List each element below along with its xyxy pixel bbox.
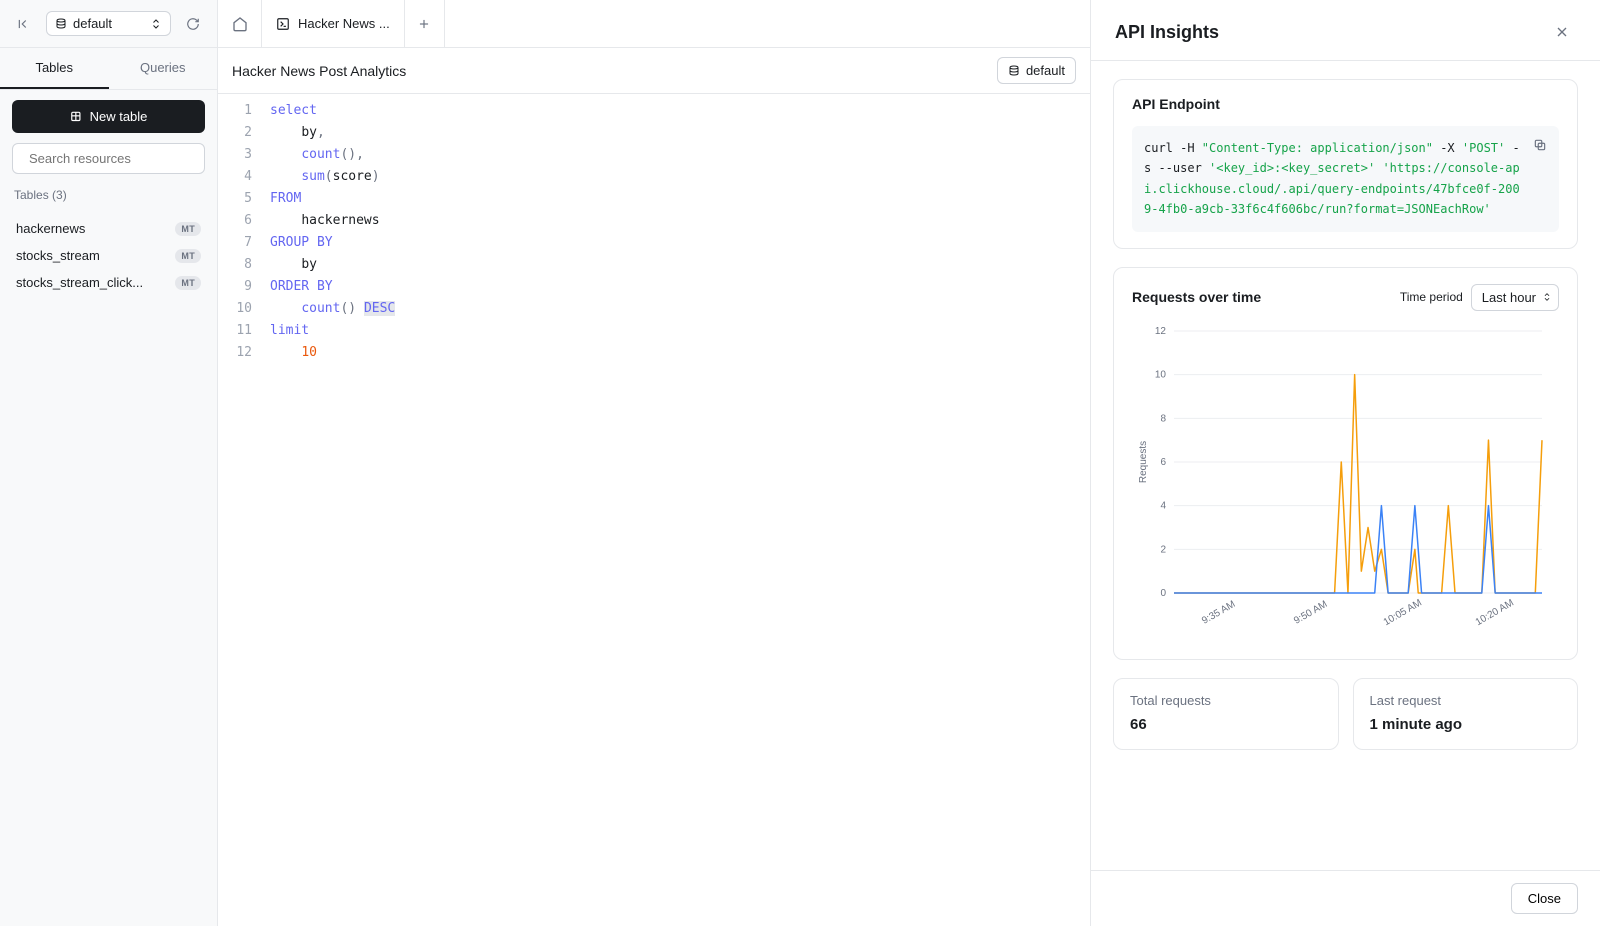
database-selector-label: default	[73, 16, 112, 31]
chevron-up-down-icon	[1542, 292, 1552, 302]
collapse-sidebar-button[interactable]	[10, 10, 38, 38]
table-row[interactable]: stocks_stream_click...MT	[12, 270, 205, 295]
total-requests-card: Total requests 66	[1113, 678, 1339, 750]
time-period-value: Last hour	[1482, 290, 1536, 305]
database-selector[interactable]: default	[46, 11, 171, 36]
sidebar: default Tables Queries New table Tables …	[0, 0, 218, 926]
flyout-header: API Insights	[1091, 0, 1600, 61]
refresh-button[interactable]	[179, 10, 207, 38]
total-requests-value: 66	[1130, 716, 1322, 733]
home-tab[interactable]	[218, 0, 262, 47]
editor-area: Hacker News ... Hacker News Post Analyti…	[218, 0, 1090, 926]
table-name: stocks_stream_click...	[16, 275, 175, 290]
svg-text:Requests: Requests	[1138, 440, 1149, 482]
flyout-close-x[interactable]	[1548, 18, 1576, 46]
curl-snippet: curl -H "Content-Type: application/json"…	[1132, 126, 1559, 232]
svg-text:10:05 AM: 10:05 AM	[1382, 597, 1424, 628]
sidebar-body: New table Tables (3) hackernewsMTstocks_…	[0, 90, 217, 305]
tables-list: hackernewsMTstocks_streamMTstocks_stream…	[12, 216, 205, 295]
editor-db-label: default	[1026, 63, 1065, 78]
svg-text:0: 0	[1160, 588, 1166, 599]
copy-curl-button[interactable]	[1529, 134, 1551, 156]
svg-text:9:35 AM: 9:35 AM	[1200, 598, 1237, 626]
last-request-label: Last request	[1370, 693, 1562, 708]
api-insights-flyout: API Insights API Endpoint curl -H "Conte…	[1090, 0, 1600, 926]
copy-icon	[1533, 138, 1547, 152]
requests-chart-card: Requests over time Time period Last hour…	[1113, 267, 1578, 660]
time-period-label: Time period	[1400, 290, 1463, 304]
svg-text:9:50 AM: 9:50 AM	[1292, 598, 1329, 626]
refresh-icon	[186, 17, 200, 31]
last-request-card: Last request 1 minute ago	[1353, 678, 1579, 750]
table-name: stocks_stream	[16, 248, 175, 263]
chart-header: Requests over time Time period Last hour	[1132, 284, 1559, 311]
sidebar-tabs: Tables Queries	[0, 48, 217, 90]
table-badge: MT	[175, 222, 201, 236]
chevron-up-down-icon	[150, 18, 162, 30]
last-request-value: 1 minute ago	[1370, 716, 1562, 733]
chevron-left-icon	[17, 17, 31, 31]
plus-icon	[417, 17, 431, 31]
sidebar-topbar: default	[0, 0, 217, 48]
flyout-body: API Endpoint curl -H "Content-Type: appl…	[1091, 61, 1600, 870]
file-tab[interactable]: Hacker News ...	[262, 0, 405, 47]
new-table-button[interactable]: New table	[12, 100, 205, 133]
new-table-label: New table	[90, 109, 148, 124]
tables-count-label: Tables (3)	[12, 184, 205, 206]
svg-text:12: 12	[1155, 326, 1167, 337]
time-period-select[interactable]: Last hour	[1471, 284, 1559, 311]
svg-text:8: 8	[1160, 413, 1166, 424]
database-icon	[1008, 65, 1020, 77]
sidebar-tab-tables[interactable]: Tables	[0, 48, 109, 89]
table-row[interactable]: hackernewsMT	[12, 216, 205, 241]
api-endpoint-title: API Endpoint	[1132, 96, 1559, 112]
table-row[interactable]: stocks_streamMT	[12, 243, 205, 268]
line-gutter: 123456789101112	[218, 94, 262, 926]
flyout-footer: Close	[1091, 870, 1600, 926]
code-area[interactable]: select by, count(), sum(score)FROM hacke…	[262, 94, 1090, 926]
search-resources[interactable]	[12, 143, 205, 174]
chart-title: Requests over time	[1132, 289, 1261, 305]
table-badge: MT	[175, 276, 201, 290]
table-badge: MT	[175, 249, 201, 263]
editor-db-chip[interactable]: default	[997, 57, 1076, 84]
api-endpoint-card: API Endpoint curl -H "Content-Type: appl…	[1113, 79, 1578, 249]
total-requests-label: Total requests	[1130, 693, 1322, 708]
query-icon	[276, 17, 290, 31]
svg-text:10:20 AM: 10:20 AM	[1474, 597, 1516, 628]
svg-text:2: 2	[1160, 544, 1166, 555]
tab-bar: Hacker News ...	[218, 0, 1090, 48]
svg-text:4: 4	[1160, 500, 1166, 511]
flyout-title: API Insights	[1115, 22, 1219, 43]
table-plus-icon	[70, 110, 84, 124]
sql-editor[interactable]: 123456789101112 select by, count(), sum(…	[218, 94, 1090, 926]
search-input[interactable]	[27, 150, 207, 167]
close-button[interactable]: Close	[1511, 883, 1578, 914]
editor-subheader: Hacker News Post Analytics default	[218, 48, 1090, 94]
curl-text: curl -H "Content-Type: application/json"…	[1144, 141, 1520, 216]
close-icon	[1554, 24, 1570, 40]
table-name: hackernews	[16, 221, 175, 236]
file-tab-label: Hacker News ...	[298, 16, 390, 31]
home-icon	[232, 16, 248, 32]
svg-text:10: 10	[1155, 369, 1167, 380]
sidebar-tab-queries[interactable]: Queries	[109, 48, 218, 89]
svg-text:6: 6	[1160, 457, 1166, 468]
stats-row: Total requests 66 Last request 1 minute …	[1113, 678, 1578, 750]
query-title: Hacker News Post Analytics	[232, 63, 406, 79]
requests-chart: 0 2 4 6 8 10 12 Requests 9:35 AM 9:50 AM 10:05 AM 1…	[1132, 323, 1559, 643]
line-chart-svg: 0 2 4 6 8 10 12 Requests 9:35 AM 9:50 AM 10:05 AM 1…	[1132, 323, 1552, 643]
database-icon	[55, 18, 67, 30]
add-tab-button[interactable]	[405, 0, 445, 47]
